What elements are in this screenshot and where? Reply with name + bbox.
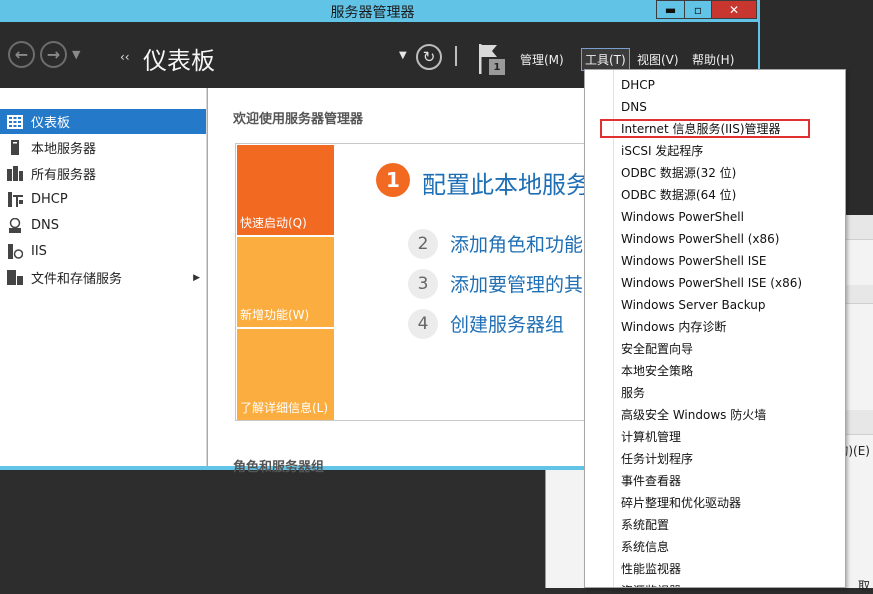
arrow-right-icon: →: [46, 45, 61, 64]
tools-menu-item[interactable]: 事件查看器: [621, 473, 681, 489]
step-number-badge: 2: [408, 229, 438, 259]
tools-menu-item[interactable]: 高级安全 Windows 防火墙: [621, 407, 766, 423]
dashboard-icon: [6, 114, 24, 130]
refresh-icon: ↻: [422, 48, 436, 66]
menu-manage[interactable]: 管理(M): [518, 50, 566, 69]
background-window-label-bottom: 取: [857, 579, 870, 593]
maximize-icon: ▫: [693, 2, 703, 17]
sidebar-item-file-storage[interactable]: 文件和存储服务 ▶: [0, 265, 206, 290]
back-button[interactable]: ←: [8, 41, 35, 68]
tools-menu-item[interactable]: iSCSI 发起程序: [621, 143, 703, 159]
sidebar-item-dhcp[interactable]: DHCP: [0, 187, 206, 212]
tools-menu-item[interactable]: 系统配置: [621, 517, 669, 533]
minimize-button[interactable]: ▬: [656, 0, 685, 19]
tools-menu-item[interactable]: 碎片整理和优化驱动器: [621, 495, 741, 511]
sidebar-item-label: 所有服务器: [31, 168, 97, 183]
forward-button[interactable]: →: [40, 41, 67, 68]
minimize-icon: ▬: [664, 2, 677, 17]
tools-menu-item[interactable]: 安全配置向导: [621, 341, 693, 357]
iis-icon: [6, 244, 24, 260]
file-storage-icon: [6, 270, 24, 286]
tools-menu-item[interactable]: 计算机管理: [621, 429, 681, 445]
history-dropdown-icon[interactable]: ▼: [72, 48, 80, 61]
menu-tools[interactable]: 工具(T): [581, 48, 630, 71]
roles-heading: 角色和服务器组: [233, 460, 325, 475]
step-number-badge: 4: [408, 309, 438, 339]
step-link-configure-local-server[interactable]: 配置此本地服务: [422, 165, 590, 200]
arrow-left-icon: ←: [14, 45, 29, 64]
maximize-button[interactable]: ▫: [684, 0, 712, 19]
sidebar-item-all-servers[interactable]: 所有服务器: [0, 161, 206, 186]
sidebar-item-iis[interactable]: IIS: [0, 239, 206, 264]
step-link-create-server-group[interactable]: 创建服务器组: [450, 310, 564, 337]
tools-menu-item[interactable]: 性能监视器: [621, 561, 681, 577]
step-number-badge: 1: [376, 163, 410, 197]
sidebar-item-label: DNS: [31, 218, 59, 233]
tools-menu-item[interactable]: Windows Server Backup: [621, 297, 766, 313]
tile-learn-more[interactable]: 了解详细信息(L): [237, 329, 334, 420]
tools-menu-item[interactable]: 资源监视器: [621, 583, 681, 587]
notification-count-badge: 1: [489, 59, 505, 75]
menu-view[interactable]: 视图(V): [635, 50, 681, 69]
tools-menu-item[interactable]: 本地安全策略: [621, 363, 693, 379]
tools-menu-item[interactable]: ODBC 数据源(64 位): [621, 187, 736, 203]
window-title: 服务器管理器: [330, 5, 415, 21]
sidebar-item-label: IIS: [31, 244, 47, 259]
tools-menu-item[interactable]: DHCP: [621, 77, 655, 93]
sidebar-item-dns[interactable]: DNS: [0, 213, 206, 238]
toolbar-divider: [455, 46, 457, 66]
sidebar-item-label: 仪表板: [31, 116, 71, 131]
refresh-button[interactable]: ↻: [416, 44, 442, 70]
sidebar: 仪表板 本地服务器 所有服务器 DHCP DNS IIS 文件和存储服务 ▶: [0, 88, 207, 466]
refresh-dropdown-icon[interactable]: ▼: [399, 50, 407, 61]
close-icon: ✕: [728, 2, 740, 17]
menu-gutter: [613, 70, 614, 587]
tools-menu-item[interactable]: ODBC 数据源(32 位): [621, 165, 736, 181]
close-button[interactable]: ✕: [711, 0, 757, 19]
page-title: 仪表板: [143, 47, 215, 75]
dns-icon: [6, 218, 24, 234]
tile-label: 快速启动(Q): [240, 216, 307, 230]
tools-dropdown-menu: DHCP DNS Internet 信息服务(IIS)管理器 iSCSI 发起程序 OD…: [584, 69, 846, 588]
tools-menu-item[interactable]: 任务计划程序: [621, 451, 693, 467]
tools-menu-item[interactable]: Windows PowerShell ISE (x86): [621, 275, 802, 291]
tile-label: 了解详细信息(L): [240, 401, 329, 415]
step-link-add-servers[interactable]: 添加要管理的其: [450, 270, 583, 297]
tools-menu-item[interactable]: DNS: [621, 99, 647, 115]
tile-quickstart[interactable]: 快速启动(Q): [237, 145, 334, 235]
tools-menu-item[interactable]: Windows 内存诊断: [621, 319, 726, 335]
step-link-add-roles[interactable]: 添加角色和功能: [450, 230, 583, 257]
menu-help[interactable]: 帮助(H): [690, 50, 736, 69]
sidebar-item-label: 本地服务器: [31, 142, 97, 157]
tools-menu-item[interactable]: Internet 信息服务(IIS)管理器: [621, 121, 781, 137]
tools-menu-item[interactable]: Windows PowerShell (x86): [621, 231, 779, 247]
breadcrumb-arrow-icon: ‹‹: [120, 50, 130, 64]
tools-menu-item[interactable]: Windows PowerShell ISE: [621, 253, 767, 269]
step-number-badge: 3: [408, 269, 438, 299]
tile-new-features[interactable]: 新增功能(W): [237, 237, 334, 327]
sidebar-item-dashboard[interactable]: 仪表板: [0, 109, 206, 134]
sidebar-item-label: DHCP: [31, 192, 68, 207]
dhcp-icon: [6, 192, 24, 208]
local-server-icon: [6, 140, 24, 156]
all-servers-icon: [6, 166, 24, 182]
tools-menu-item[interactable]: 服务: [621, 385, 645, 401]
sidebar-item-local-server[interactable]: 本地服务器: [0, 135, 206, 160]
sidebar-item-label: 文件和存储服务: [31, 272, 123, 287]
title-bar[interactable]: 服务器管理器 ▬ ▫ ✕: [0, 0, 760, 22]
tools-menu-item[interactable]: 系统信息: [621, 539, 669, 555]
welcome-heading: 欢迎使用服务器管理器: [233, 112, 364, 127]
tile-label: 新增功能(W): [240, 308, 310, 322]
expand-chevron-icon[interactable]: ▶: [193, 273, 200, 283]
tools-menu-item[interactable]: Windows PowerShell: [621, 209, 744, 225]
